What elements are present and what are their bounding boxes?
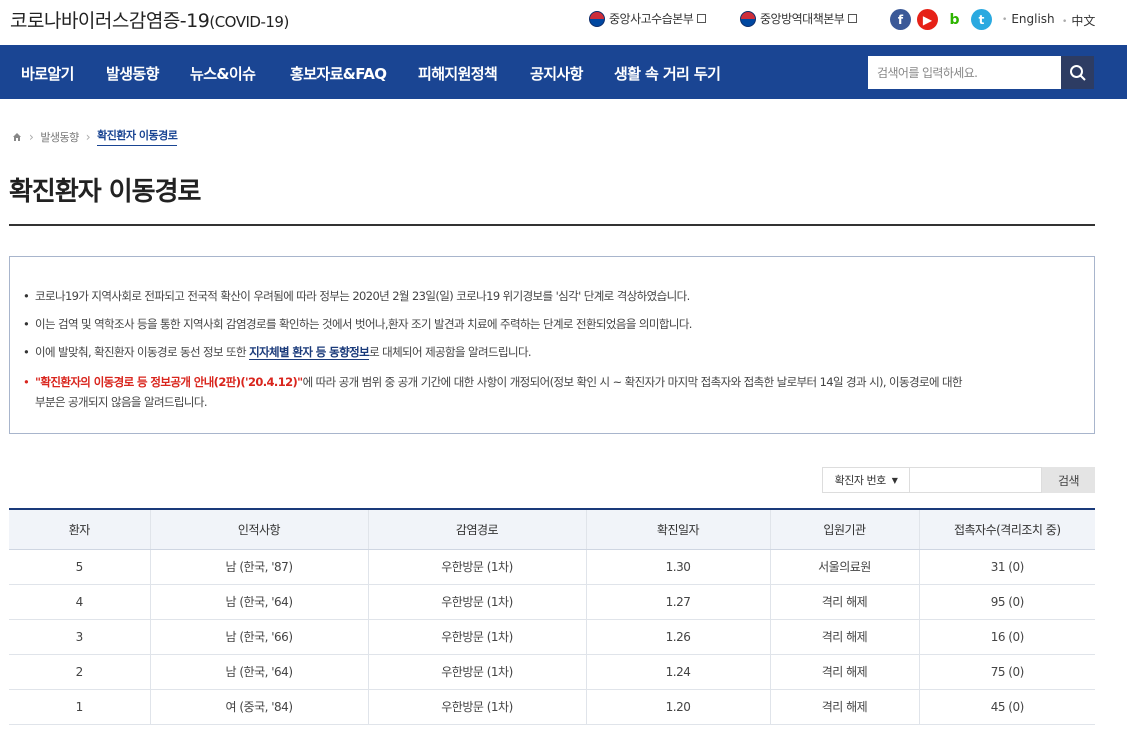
nav-item-trends[interactable]: 발생동향 bbox=[106, 63, 159, 84]
cell-hospital: 격리 해제 bbox=[769, 654, 919, 690]
cell-route: 우한방문 (1차) bbox=[367, 584, 586, 620]
cell-date: 1.27 bbox=[585, 584, 770, 620]
cell-patient: 1 bbox=[9, 689, 150, 725]
notice-line: 이는 검역 및 역학조사 등을 통한 지역사회 감염경로를 확인하는 것에서 벗… bbox=[23, 313, 692, 335]
notice-line-cont: 부분은 공개되지 않음을 알려드립니다. bbox=[35, 395, 208, 409]
cell-hospital: 격리 해제 bbox=[769, 689, 919, 725]
title-divider bbox=[9, 224, 1095, 226]
cell-personal: 남 (한국, '87) bbox=[149, 549, 368, 585]
link-label: 중앙방역대책본부 bbox=[760, 12, 845, 26]
column-header-date: 확진일자 bbox=[585, 508, 770, 550]
cell-route: 우한방문 (1차) bbox=[367, 619, 586, 655]
cell-contacts: 31 (0) bbox=[918, 549, 1095, 585]
cell-hospital: 격리 해제 bbox=[769, 619, 919, 655]
select-label: 확진자 번호 bbox=[834, 474, 887, 487]
nav-item-support[interactable]: 피해지원정책 bbox=[418, 63, 498, 84]
korea-emblem-icon bbox=[589, 10, 605, 27]
table-row[interactable]: 5 남 (한국, '87) 우한방문 (1차) 1.30 서울의료원 31 (0… bbox=[9, 549, 1095, 585]
cell-contacts: 75 (0) bbox=[918, 654, 1095, 690]
table-row[interactable]: 2 남 (한국, '64) 우한방문 (1차) 1.24 격리 해제 75 (0… bbox=[9, 654, 1095, 690]
breadcrumb-item-trends[interactable]: 발생동향 bbox=[40, 129, 79, 145]
cell-patient: 5 bbox=[9, 549, 150, 585]
cell-patient: 4 bbox=[9, 584, 150, 620]
column-header-personal: 인적사항 bbox=[149, 508, 368, 550]
column-header-hospital: 입원기관 bbox=[769, 508, 919, 550]
link-central-accident-hq[interactable]: 중앙사고수습본부 bbox=[589, 10, 707, 27]
cell-date: 1.24 bbox=[585, 654, 770, 690]
nav-item-distancing[interactable]: 생활 속 거리 두기 bbox=[614, 63, 721, 84]
twitter-icon[interactable]: t bbox=[971, 9, 992, 30]
nav-item-about[interactable]: 바로알기 bbox=[21, 63, 74, 84]
cell-date: 1.26 bbox=[585, 619, 770, 655]
search-input[interactable] bbox=[868, 56, 1061, 89]
site-title[interactable]: 코로나바이러스감염증-19(COVID-19) bbox=[10, 6, 289, 33]
cell-personal: 남 (한국, '64) bbox=[149, 654, 368, 690]
patient-search: 확진자 번호 ▼ 검색 bbox=[822, 467, 1095, 493]
column-header-contacts: 접촉자수(격리조치 중) bbox=[918, 508, 1095, 550]
table-row[interactable]: 4 남 (한국, '64) 우한방문 (1차) 1.27 격리 해제 95 (0… bbox=[9, 584, 1095, 620]
link-label: 중앙사고수습본부 bbox=[609, 12, 694, 26]
breadcrumb: › 발생동향 › 확진환자 이동경로 bbox=[12, 127, 178, 146]
lang-chinese[interactable]: 中文 bbox=[1062, 12, 1095, 29]
cell-contacts: 95 (0) bbox=[918, 584, 1095, 620]
main-nav: 바로알기 발생동향 뉴스&이슈 홍보자료&FAQ 피해지원정책 공지사항 생활 … bbox=[0, 45, 1127, 99]
link-central-disaster-hq[interactable]: 중앙방역대책본부 bbox=[740, 10, 858, 27]
lang-english[interactable]: English bbox=[1002, 12, 1054, 26]
patient-search-button[interactable]: 검색 bbox=[1042, 467, 1095, 493]
korea-emblem-icon bbox=[740, 10, 756, 27]
nav-item-news[interactable]: 뉴스&이슈 bbox=[190, 63, 256, 84]
patient-search-input[interactable] bbox=[910, 467, 1042, 493]
notice-text: 에 따라 공개 범위 중 공개 기간에 대한 사항이 개정되어(정보 확인 시 … bbox=[302, 375, 963, 389]
notice-text: 이에 발맞춰, 확진환자 이동경로 동선 정보 또한 bbox=[35, 345, 250, 359]
breadcrumb-item-current: 확진환자 이동경로 bbox=[97, 127, 178, 146]
site-title-sub: (COVID-19) bbox=[209, 13, 289, 31]
youtube-icon[interactable]: ▶ bbox=[917, 9, 938, 30]
patient-table: 환자 인적사항 감염경로 확진일자 입원기관 접촉자수(격리조치 중) 5 남 … bbox=[9, 508, 1095, 725]
column-header-route: 감염경로 bbox=[367, 508, 586, 550]
cell-hospital: 격리 해제 bbox=[769, 584, 919, 620]
notice-line: 코로나19가 지역사회로 전파되고 전국적 확산이 우려됨에 따라 정부는 20… bbox=[23, 285, 690, 307]
top-bar: 코로나바이러스감염증-19(COVID-19) 중앙사고수습본부 중앙방역대책본… bbox=[0, 0, 1127, 44]
notice-line: "확진환자의 이동경로 등 정보공개 안내(2판)('20.4.12)"에 따라… bbox=[23, 371, 963, 393]
page-title: 확진환자 이동경로 bbox=[9, 177, 201, 207]
site-title-main: 코로나바이러스감염증-19 bbox=[10, 10, 210, 32]
table-row[interactable]: 1 여 (중국, '84) 우한방문 (1차) 1.20 격리 해제 45 (0… bbox=[9, 689, 1095, 725]
nav-item-pr-faq[interactable]: 홍보자료&FAQ bbox=[290, 63, 387, 84]
nav-item-notice[interactable]: 공지사항 bbox=[530, 63, 583, 84]
cell-personal: 남 (한국, '64) bbox=[149, 584, 368, 620]
chevron-right-icon: › bbox=[29, 129, 34, 144]
table-header-row: 환자 인적사항 감염경로 확진일자 입원기관 접촉자수(격리조치 중) bbox=[9, 508, 1095, 550]
column-header-patient: 환자 bbox=[9, 508, 150, 550]
notice-text: 로 대체되어 제공함을 알려드립니다. bbox=[369, 345, 532, 359]
patient-number-select[interactable]: 확진자 번호 ▼ bbox=[822, 467, 910, 493]
search-button[interactable] bbox=[1061, 56, 1094, 89]
notice-box: 코로나19가 지역사회로 전파되고 전국적 확산이 우려됨에 따라 정부는 20… bbox=[9, 256, 1095, 434]
new-window-icon bbox=[848, 14, 858, 23]
cell-route: 우한방문 (1차) bbox=[367, 549, 586, 585]
disclosure-guide-link[interactable]: "확진환자의 이동경로 등 정보공개 안내(2판)('20.4.12)" bbox=[35, 375, 303, 389]
cell-date: 1.20 bbox=[585, 689, 770, 725]
blog-icon[interactable]: b bbox=[944, 9, 965, 30]
cell-route: 우한방문 (1차) bbox=[367, 654, 586, 690]
table-row[interactable]: 3 남 (한국, '66) 우한방문 (1차) 1.26 격리 해제 16 (0… bbox=[9, 619, 1095, 655]
regional-info-link[interactable]: 지자체별 환자 등 동향정보 bbox=[249, 345, 370, 360]
chevron-right-icon: › bbox=[85, 129, 91, 144]
cell-contacts: 45 (0) bbox=[918, 689, 1095, 725]
cell-hospital: 서울의료원 bbox=[769, 549, 919, 585]
cell-contacts: 16 (0) bbox=[918, 619, 1095, 655]
facebook-icon[interactable]: f bbox=[890, 9, 911, 30]
cell-patient: 3 bbox=[9, 619, 150, 655]
home-icon[interactable] bbox=[12, 132, 22, 142]
sns-links: f ▶ b t bbox=[890, 9, 992, 30]
caret-down-icon: ▼ bbox=[891, 475, 898, 485]
cell-personal: 남 (한국, '66) bbox=[149, 619, 368, 655]
cell-route: 우한방문 (1차) bbox=[367, 689, 586, 725]
cell-patient: 2 bbox=[9, 654, 150, 690]
search-icon bbox=[1069, 64, 1086, 81]
notice-line: 이에 발맞춰, 확진환자 이동경로 동선 정보 또한 지자체별 환자 등 동향정… bbox=[23, 341, 532, 363]
cell-date: 1.30 bbox=[585, 549, 770, 585]
cell-personal: 여 (중국, '84) bbox=[149, 689, 368, 725]
new-window-icon bbox=[697, 14, 707, 23]
